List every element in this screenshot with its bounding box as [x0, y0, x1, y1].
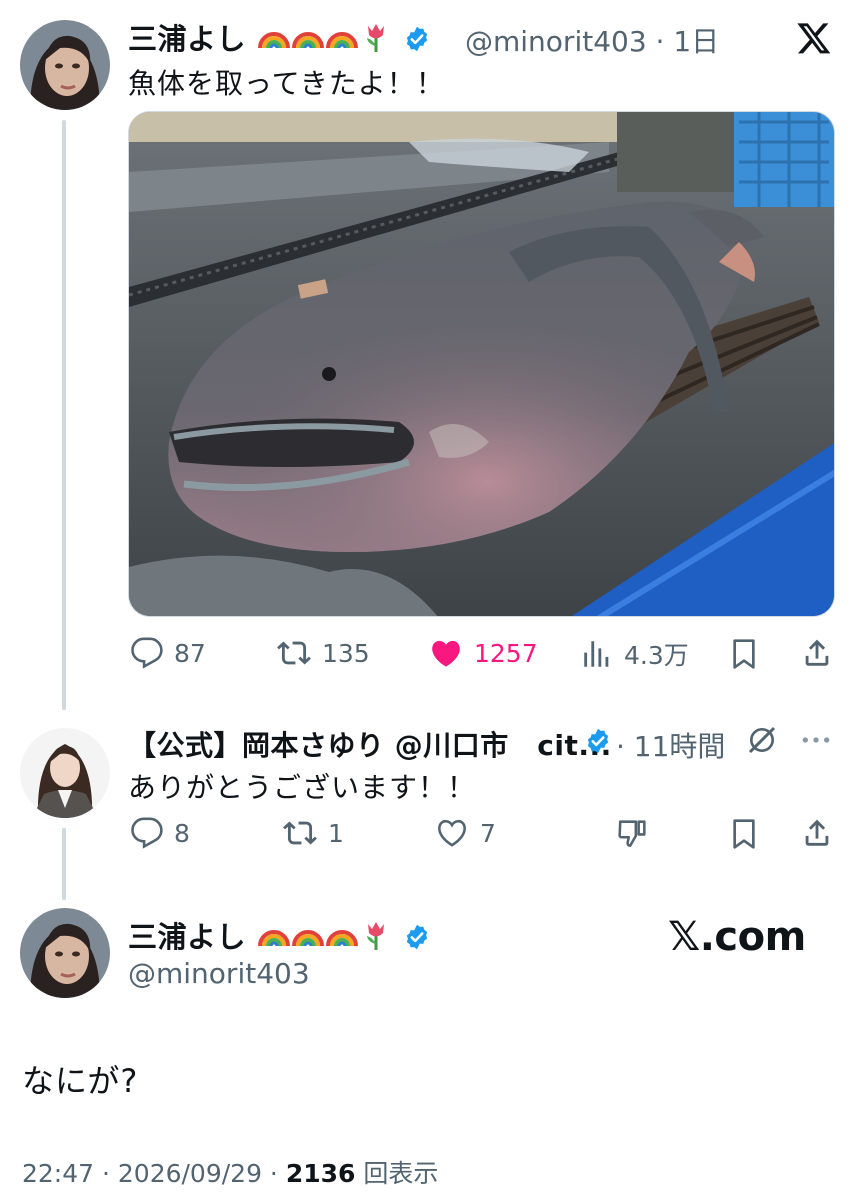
reply-icon	[131, 817, 163, 849]
view-count: 4.3万	[624, 641, 689, 670]
tulip-emoji	[366, 922, 384, 950]
verified-badge-icon	[407, 924, 428, 950]
views-button[interactable]: 4.3万	[580, 636, 689, 672]
rainbow-emoji	[291, 32, 324, 49]
reply-count: 8	[174, 818, 190, 848]
like-count: 1257	[474, 638, 538, 668]
rainbow-emoji	[325, 930, 358, 947]
reply-button[interactable]: 87	[130, 636, 206, 670]
thread-line	[62, 828, 66, 900]
timestamp[interactable]: 22:47 · 2026/09/29 ·	[22, 1159, 286, 1188]
verified-badge-icon	[587, 728, 609, 754]
rainbow-emoji	[257, 32, 290, 49]
repost-count: 1	[328, 818, 344, 848]
dislike-icon[interactable]	[616, 816, 650, 850]
more-options-icon[interactable]	[800, 730, 832, 750]
avatar[interactable]	[20, 728, 110, 818]
verified-badge-icon	[407, 26, 428, 52]
post-meta: 22:47 · 2026/09/29 · 2136 回表示	[22, 1154, 438, 1190]
handle[interactable]: @minorit403	[128, 957, 310, 990]
post-text: ありがとうございます！！	[128, 771, 477, 804]
heart-filled-icon	[432, 640, 460, 667]
rainbow-emoji	[257, 930, 290, 947]
repost-count: 135	[322, 638, 370, 668]
x-logo-icon[interactable]	[796, 20, 832, 56]
display-name[interactable]: 三浦よし	[128, 16, 431, 58]
repost-icon	[283, 821, 317, 845]
handle-and-time[interactable]: @minorit403 · 1日	[465, 20, 719, 60]
repost-button[interactable]: 135	[276, 636, 370, 670]
share-icon[interactable]	[800, 816, 834, 850]
repost-button[interactable]: 1	[282, 816, 344, 850]
avatar[interactable]	[20, 908, 110, 998]
avatar[interactable]	[20, 20, 110, 110]
rainbow-emoji	[291, 930, 324, 947]
rainbow-emoji	[325, 32, 358, 49]
views-label: 回表示	[363, 1159, 439, 1188]
display-name[interactable]: 三浦よし	[128, 914, 431, 956]
like-count: 7	[480, 818, 496, 848]
post-text: 魚体を取ってきたよ！！	[128, 67, 445, 100]
grok-icon[interactable]	[746, 724, 778, 756]
post-image[interactable]	[128, 111, 835, 617]
x-com-watermark: 𝕏.com	[668, 914, 806, 960]
tulip-emoji	[366, 24, 384, 52]
like-button[interactable]: 1257	[428, 636, 538, 670]
bookmark-icon[interactable]	[728, 637, 760, 671]
post-text: なにが?	[22, 1062, 139, 1100]
reply-icon	[131, 637, 163, 669]
views-chart-icon	[584, 641, 609, 667]
bookmark-icon[interactable]	[728, 817, 760, 851]
share-icon[interactable]	[800, 636, 834, 670]
display-name[interactable]: 【公式】岡本さゆり @川口市 cit...	[128, 724, 612, 764]
heart-icon	[438, 819, 466, 847]
view-count: 2136	[285, 1159, 356, 1188]
thread-line	[62, 120, 66, 710]
reply-button[interactable]: 8	[130, 816, 190, 850]
reply-count: 87	[174, 638, 206, 668]
like-button[interactable]: 7	[434, 816, 496, 850]
post-time[interactable]: · 11時間	[616, 725, 725, 765]
repost-icon	[277, 641, 311, 665]
